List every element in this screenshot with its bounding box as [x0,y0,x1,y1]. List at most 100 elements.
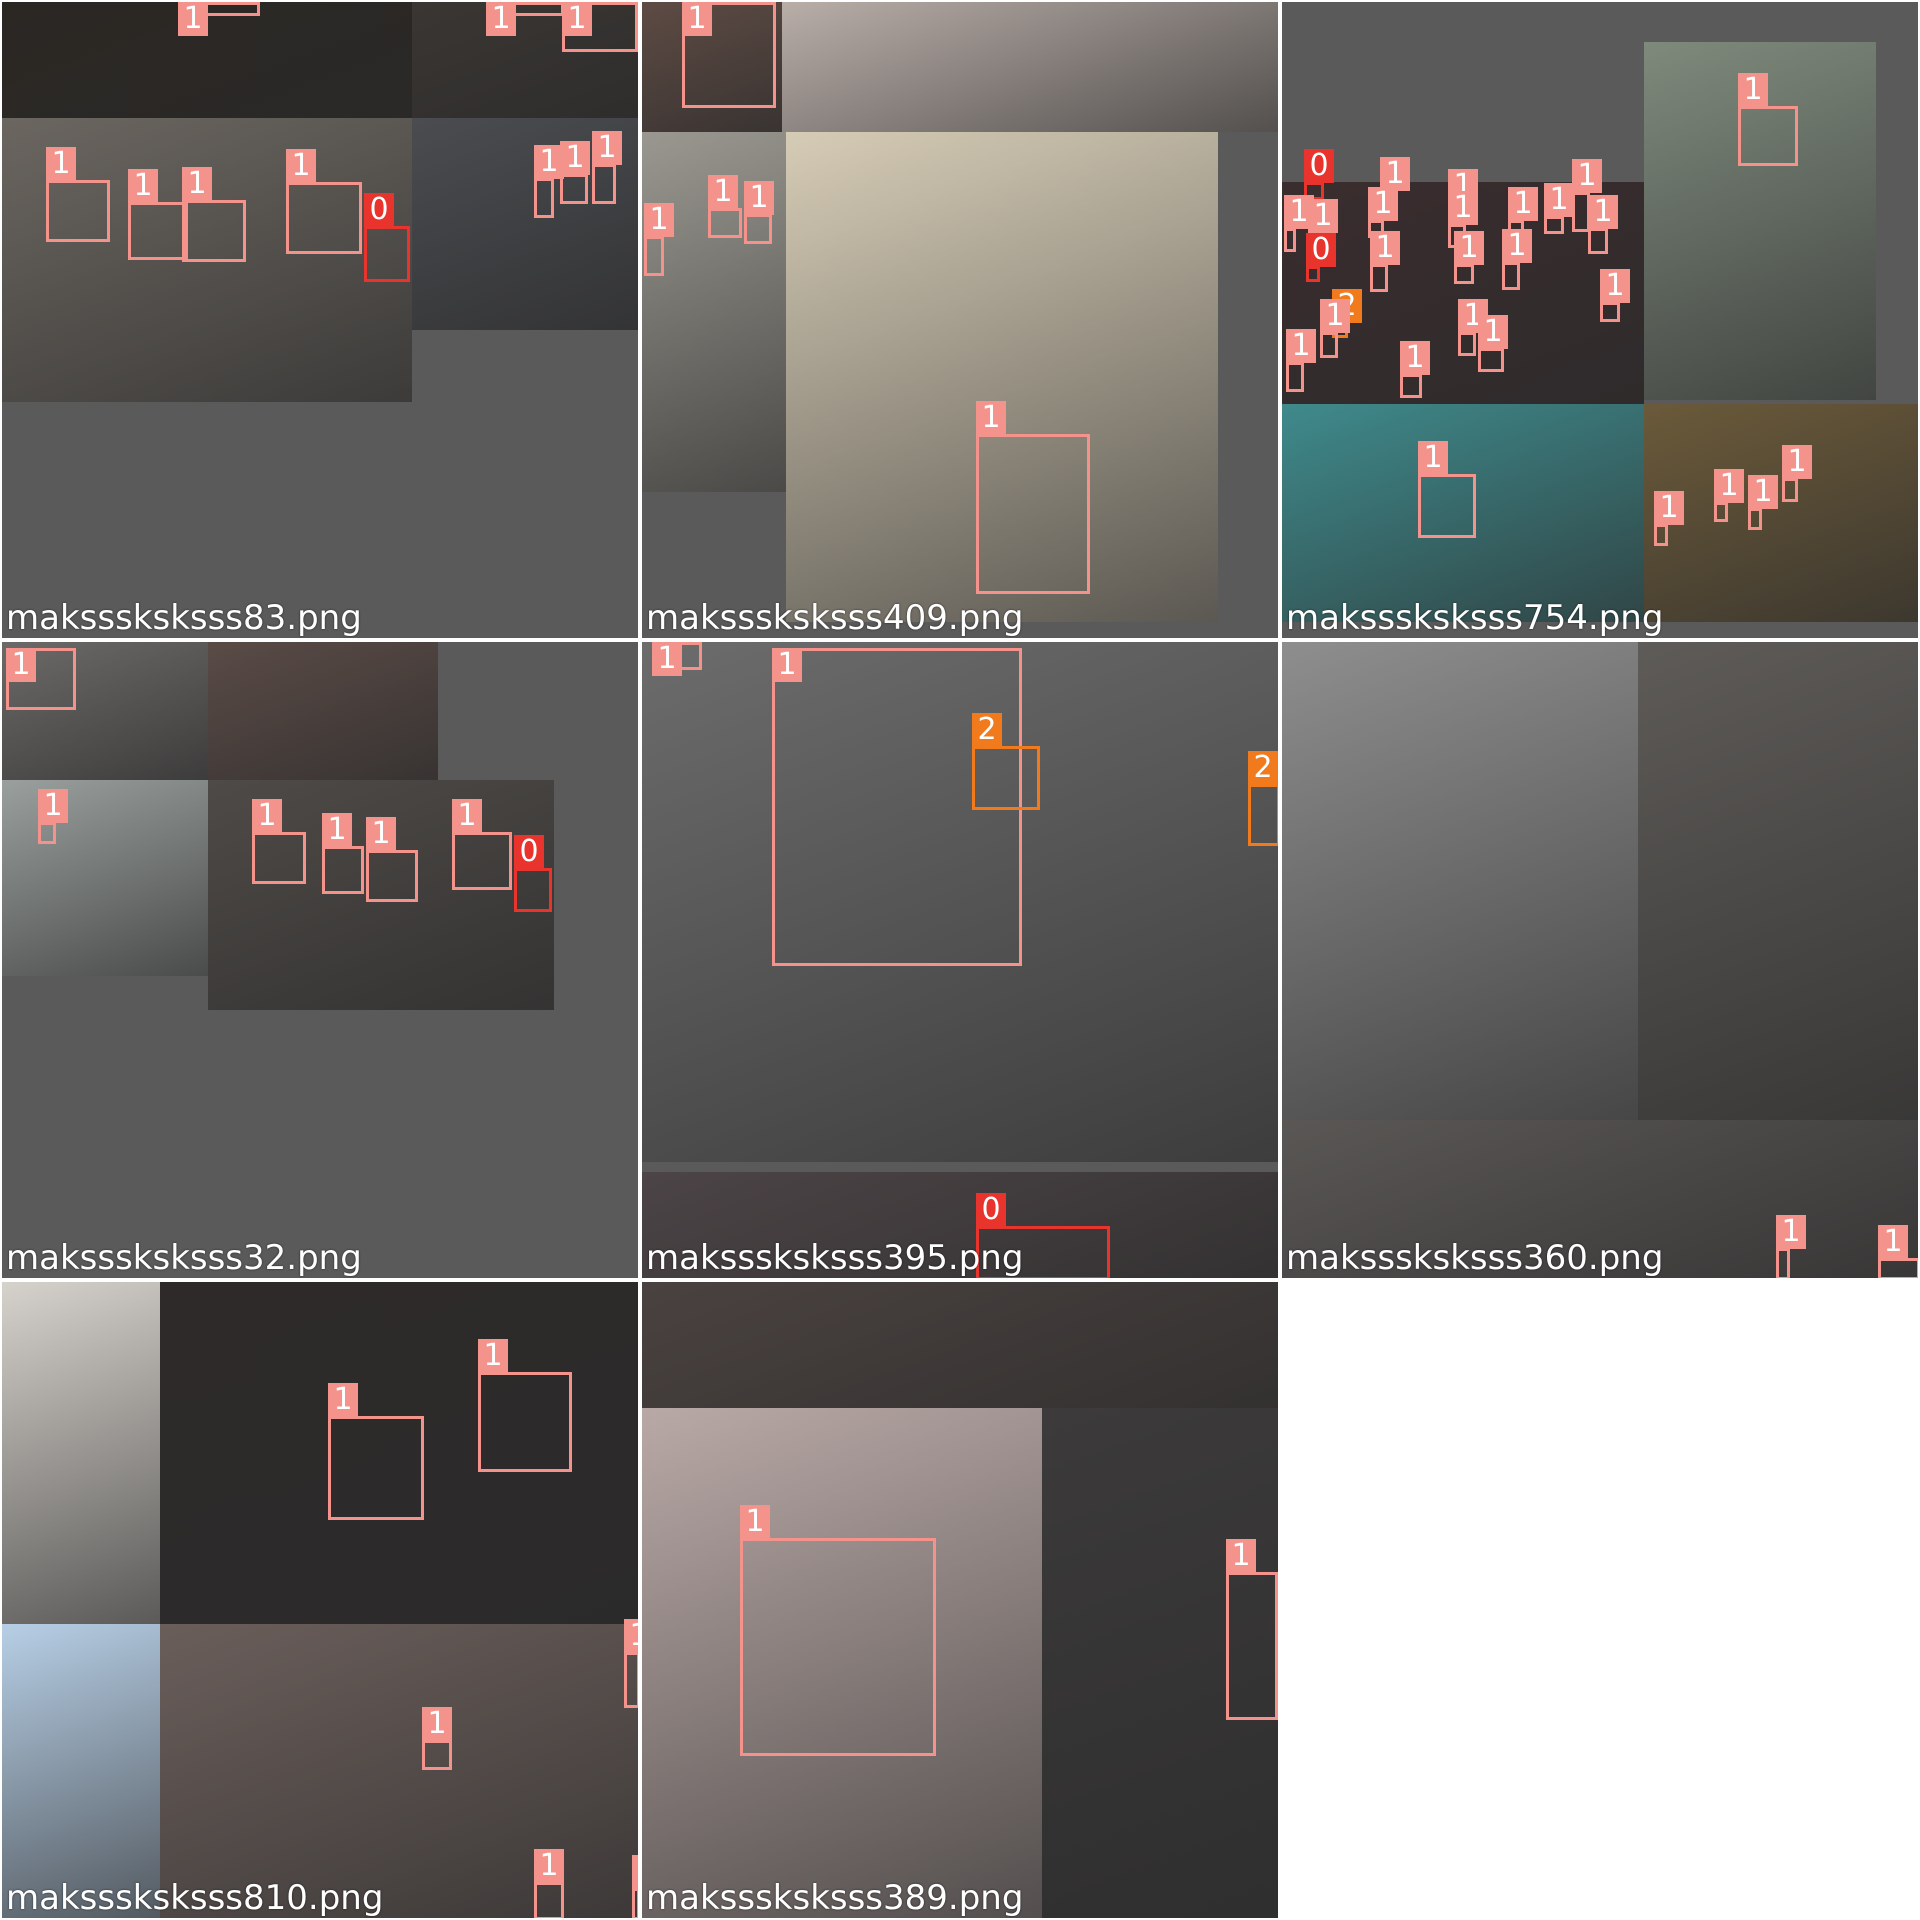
bounding-box: 1 [1782,445,1812,502]
class-label: 1 [38,789,68,823]
class-label: 1 [744,181,774,215]
class-label: 1 [252,799,282,833]
class-label: 1 [560,141,590,175]
bounding-box: 2 [1248,751,1278,846]
class-label: 2 [972,713,1002,747]
bounding-box: 0 [514,835,552,912]
class-label: 1 [486,2,516,36]
photo-crop [1638,642,1918,1120]
class-label: 1 [632,1855,638,1889]
photo-crop [2,1624,160,1918]
class-label: 1 [1320,299,1350,333]
bounding-box: 1 [1588,195,1618,254]
bounding-box: 1 [478,1339,572,1472]
bounding-box: 1 [46,147,110,242]
class-label: 1 [1544,183,1574,217]
bounding-box: 1 [1454,231,1484,284]
class-label: 1 [1714,469,1744,503]
filename-label: maksssksksss395.png [646,1238,1024,1278]
class-label: 1 [452,799,482,833]
bounding-box: 0 [1306,233,1336,282]
class-label: 1 [182,167,212,201]
bounding-box: 1 [366,817,418,902]
class-label: 1 [1478,315,1508,349]
bounding-box: 1 [178,2,260,36]
class-label: 0 [1304,149,1334,183]
class-label: 1 [1776,1215,1806,1249]
class-label: 1 [286,149,316,183]
bounding-box: 1 [744,181,774,244]
mosaic-tile: 1 1 1 1 1 1 maksssksksss810.png [1,1281,639,1919]
class-label: 1 [128,169,158,203]
class-label: 1 [1454,231,1484,265]
bounding-box: 1 [1458,299,1488,356]
bounding-box: 1 [652,642,702,676]
bounding-box: 1 [534,145,564,218]
bounding-box: 1 [252,799,306,884]
class-label: 1 [1588,195,1618,229]
class-label: 1 [1448,191,1478,225]
bounding-box: 1 [976,401,1090,594]
filename-label: maksssksksss32.png [6,1238,362,1278]
class-label: 1 [1400,341,1430,375]
class-label: 1 [322,813,352,847]
bounding-box: 1 [1600,269,1630,322]
bounding-box: 1 [708,175,742,238]
class-label: 1 [1368,187,1398,221]
class-label: 1 [1878,1225,1908,1259]
bounding-box: 1 [1226,1539,1278,1720]
mosaic-tile: 1 1 1 1 1 1 0 maksssksksss32.png [1,641,639,1279]
filename-label: maksssksksss409.png [646,598,1024,638]
bounding-box: 1 [182,167,246,262]
bounding-box: 1 [562,2,638,52]
bounding-box: 1 [644,203,674,276]
class-label: 1 [1600,269,1630,303]
class-label: 1 [328,1383,358,1417]
bounding-box: 1 [1878,1225,1918,1278]
photo-crop [1282,642,1638,1120]
class-label: 1 [1286,329,1316,363]
bounding-box: 0 [364,193,410,282]
bounding-box: 1 [1400,341,1430,398]
bounding-box: 1 [1478,315,1508,372]
class-label: 1 [740,1505,770,1539]
class-label: 1 [478,1339,508,1373]
bounding-box: 1 [632,1855,638,1918]
bounding-box: 1 [624,1619,638,1708]
class-label: 1 [1782,445,1812,479]
class-label: 1 [1572,159,1602,193]
bounding-box: 1 [1502,229,1532,290]
bounding-box: 1 [1654,491,1684,546]
class-label: 1 [1418,441,1448,475]
mosaic-tile: 1 1 maksssksksss389.png [641,1281,1279,1919]
bounding-box: 1 [1544,183,1574,234]
bounding-box: 1 [6,648,76,710]
class-label: 1 [682,2,712,36]
photo-crop [160,1624,638,1918]
mosaic-tile: 1011111111110111121111111111maksssksksss… [1281,1,1919,639]
class-label: 1 [1226,1539,1256,1573]
photo-crop [208,642,438,780]
bounding-box: 1 [560,141,590,204]
class-label: 1 [708,175,738,209]
bounding-box: 1 [740,1505,936,1756]
class-label: 1 [624,1619,638,1653]
class-label: 1 [772,648,802,682]
bounding-box: 1 [286,149,362,254]
class-label: 1 [652,642,682,676]
photo-crop [2,780,208,976]
class-label: 1 [6,648,36,682]
photo-crop [2,1282,160,1624]
class-label: 0 [1306,233,1336,267]
class-label: 1 [644,203,674,237]
class-label: 1 [46,147,76,181]
bounding-box: 1 [38,789,68,844]
mosaic-tile: 1 1 2 2 0 maksssksksss395.png [641,641,1279,1279]
filename-label: maksssksksss754.png [1286,598,1664,638]
class-label: 1 [1654,491,1684,525]
filename-label: maksssksksss389.png [646,1878,1024,1918]
class-label: 1 [562,2,592,36]
bounding-box: 2 [972,713,1040,810]
bounding-box: 1 [1320,299,1350,358]
mosaic-tile: 1 1 1 1 1 1 1 0 1 1 1 maksssksksss83.png [1,1,639,639]
